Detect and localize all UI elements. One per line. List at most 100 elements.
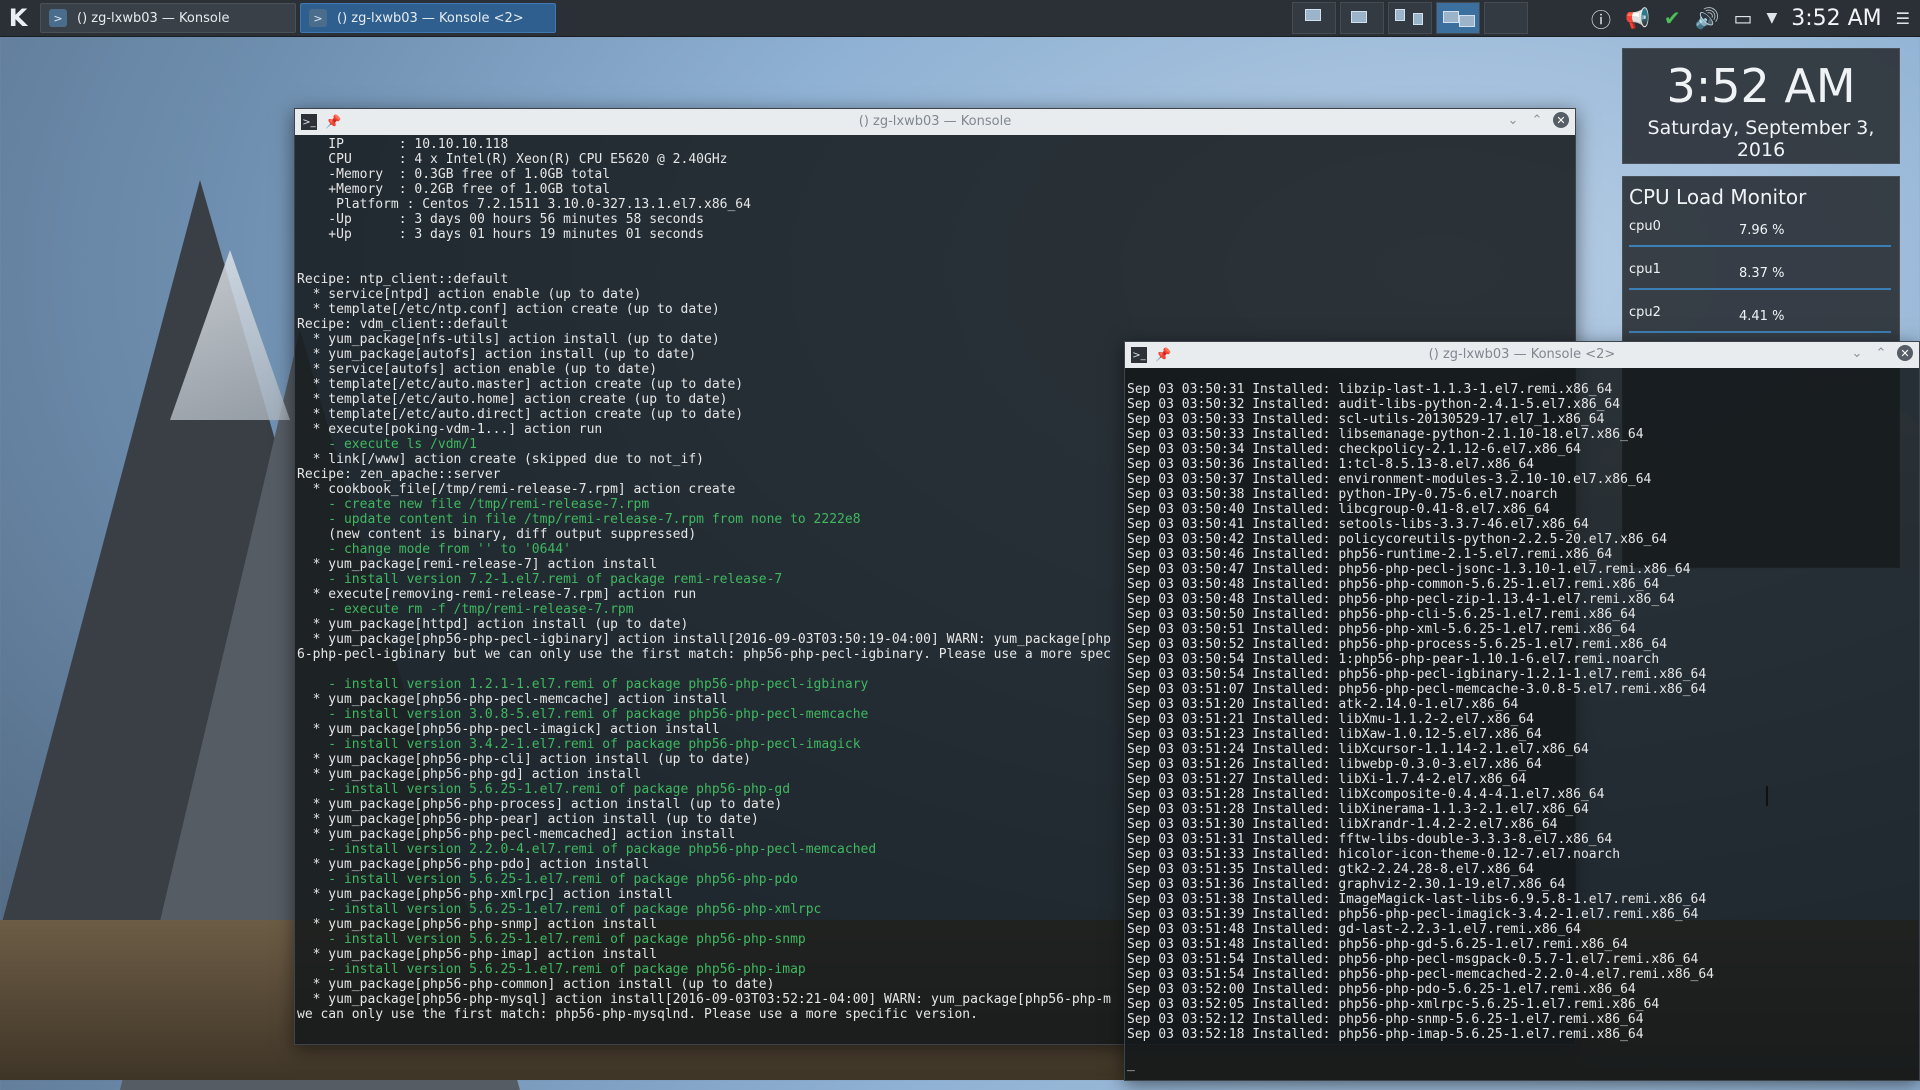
minimize-button[interactable]: ⌄ xyxy=(1849,346,1865,361)
updates-icon[interactable]: ✔ xyxy=(1664,6,1681,30)
cpu-value: 7.96 % xyxy=(1739,223,1785,238)
cpu-row: cpu1 8.37 % xyxy=(1623,258,1899,301)
announce-icon[interactable]: 📢 xyxy=(1625,6,1650,30)
terminal-line: Sep 03 03:50:41 Installed: setools-libs-… xyxy=(1127,517,1589,532)
desktop-1[interactable] xyxy=(1292,2,1336,34)
window-titlebar[interactable]: >_ 📌 () zg-lxwb03 — Konsole ⌄ ⌃ ✕ xyxy=(295,109,1575,135)
terminal-line: Sep 03 03:52:12 Installed: php56-php-snm… xyxy=(1127,1012,1644,1027)
terminal-line: Sep 03 03:50:38 Installed: python-IPy-0.… xyxy=(1127,487,1558,502)
task-label: () zg-lxwb03 — Konsole <2> xyxy=(337,10,524,26)
terminal-line: Sep 03 03:51:36 Installed: graphviz-2.30… xyxy=(1127,877,1566,892)
terminal-icon: > xyxy=(309,9,327,27)
terminal-line: Recipe: ntp_client::default xyxy=(297,272,509,287)
terminal-line: Sep 03 03:50:46 Installed: php56-runtime… xyxy=(1127,547,1613,562)
cpu-graph xyxy=(1629,288,1891,290)
terminal-line: Sep 03 03:52:00 Installed: php56-php-pdo… xyxy=(1127,982,1636,997)
terminal-line: -Up : 3 days 00 hours 56 minutes 58 seco… xyxy=(297,212,704,227)
widget-date: Saturday, September 3, 2016 xyxy=(1647,117,1875,161)
menu-icon[interactable]: ☰ xyxy=(1896,9,1910,28)
terminal-line: Sep 03 03:52:18 Installed: php56-php-ima… xyxy=(1127,1027,1644,1042)
desktop-2[interactable] xyxy=(1340,2,1384,34)
desktop-4[interactable] xyxy=(1436,2,1480,34)
cpu-graph xyxy=(1629,331,1891,333)
maximize-button[interactable]: ⌃ xyxy=(1873,346,1889,361)
terminal-line: Sep 03 03:51:30 Installed: libXrandr-1.4… xyxy=(1127,817,1558,832)
window-title: () zg-lxwb03 — Konsole <2> xyxy=(1428,347,1616,362)
terminal-line: Sep 03 03:50:48 Installed: php56-php-pec… xyxy=(1127,592,1675,607)
kde-menu-icon[interactable]: K xyxy=(0,0,36,36)
terminal-line: Sep 03 03:51:21 Installed: libXmu-1.1.2-… xyxy=(1127,712,1534,727)
terminal-line: CPU : 4 x Intel(R) Xeon(R) CPU E5620 @ 2… xyxy=(297,152,728,167)
cpu-name: cpu1 xyxy=(1629,262,1661,277)
terminal-line: Sep 03 03:51:28 Installed: libXinerama-1… xyxy=(1127,802,1589,817)
cpu-value: 8.37 % xyxy=(1739,266,1785,281)
desktop-5[interactable] xyxy=(1484,2,1528,34)
volume-icon[interactable]: 🔊 xyxy=(1695,6,1720,30)
terminal-line: Sep 03 03:51:07 Installed: php56-php-pec… xyxy=(1127,682,1707,697)
pin-icon[interactable]: 📌 xyxy=(325,115,341,130)
close-button[interactable]: ✕ xyxy=(1897,345,1913,361)
terminal-line: Sep 03 03:50:36 Installed: 1:tcl-8.5.13-… xyxy=(1127,457,1534,472)
terminal-line: +Memory : 0.2GB free of 1.0GB total xyxy=(297,182,611,197)
terminal-line: _ xyxy=(1127,1057,1135,1072)
close-button[interactable]: ✕ xyxy=(1553,112,1569,128)
terminal-icon[interactable]: >_ xyxy=(301,114,317,130)
cpu-value: 4.41 % xyxy=(1739,309,1785,324)
task-konsole-2[interactable]: > () zg-lxwb03 — Konsole <2> xyxy=(300,3,556,33)
minimize-button[interactable]: ⌄ xyxy=(1505,113,1521,128)
terminal-line: Sep 03 03:50:48 Installed: php56-php-com… xyxy=(1127,577,1660,592)
terminal-line: Sep 03 03:50:50 Installed: php56-php-cli… xyxy=(1127,607,1636,622)
terminal-line: Sep 03 03:51:26 Installed: libwebp-0.3.0… xyxy=(1127,757,1542,772)
terminal-output[interactable]: Sep 03 03:50:31 Installed: libzip-last-1… xyxy=(1125,368,1919,1082)
terminal-line: Sep 03 03:50:32 Installed: audit-libs-py… xyxy=(1127,397,1621,412)
terminal-line: -Memory : 0.3GB free of 1.0GB total xyxy=(297,167,611,182)
terminal-line: Sep 03 03:51:23 Installed: libXaw-1.0.12… xyxy=(1127,727,1542,742)
terminal-line: Sep 03 03:50:33 Installed: scl-utils-201… xyxy=(1127,412,1605,427)
terminal-line: Sep 03 03:51:31 Installed: fftw-libs-dou… xyxy=(1127,832,1613,847)
terminal-line: +Up : 3 days 01 hours 19 minutes 01 seco… xyxy=(297,227,704,242)
window-title: () zg-lxwb03 — Konsole xyxy=(858,114,1012,129)
task-konsole-1[interactable]: > () zg-lxwb03 — Konsole xyxy=(40,3,296,33)
system-tray: ⓘ 📢 ✔ 🔊 ▭ ▼ 3:52 AM ☰ xyxy=(1591,0,1920,36)
maximize-button[interactable]: ⌃ xyxy=(1529,113,1545,128)
cpu-row: cpu0 7.96 % xyxy=(1623,215,1899,258)
terminal-line: Sep 03 03:50:31 Installed: libzip-last-1… xyxy=(1127,382,1613,397)
terminal-line: Sep 03 03:51:20 Installed: atk-2.14.0-1.… xyxy=(1127,697,1519,712)
terminal-line: IP : 10.10.10.118 xyxy=(297,137,509,152)
terminal-line: Sep 03 03:50:37 Installed: environment-m… xyxy=(1127,472,1652,487)
terminal-icon: > xyxy=(49,9,67,27)
terminal-line: Sep 03 03:51:39 Installed: php56-php-pec… xyxy=(1127,907,1699,922)
terminal-line: Sep 03 03:50:33 Installed: libsemanage-p… xyxy=(1127,427,1644,442)
notification-icon[interactable]: ⓘ xyxy=(1591,4,1611,33)
cpu-name: cpu0 xyxy=(1629,219,1661,234)
terminal-line: Platform : Centos 7.2.1511 3.10.0-327.13… xyxy=(297,197,751,212)
chevron-down-icon[interactable]: ▼ xyxy=(1766,10,1777,26)
terminal-line: Sep 03 03:51:54 Installed: php56-php-pec… xyxy=(1127,952,1699,967)
terminal-line: Sep 03 03:50:51 Installed: php56-php-xml… xyxy=(1127,622,1636,637)
terminal-line: Sep 03 03:50:52 Installed: php56-php-pro… xyxy=(1127,637,1668,652)
terminal-line: Sep 03 03:50:34 Installed: checkpolicy-2… xyxy=(1127,442,1581,457)
desktop-3[interactable] xyxy=(1388,2,1432,34)
display-icon[interactable]: ▭ xyxy=(1734,6,1753,30)
digital-clock-widget: 3:52 AM Saturday, September 3, 2016 xyxy=(1622,48,1900,164)
terminal-line: Sep 03 03:51:33 Installed: hicolor-icon-… xyxy=(1127,847,1621,862)
window-titlebar[interactable]: >_ 📌 () zg-lxwb03 — Konsole <2> ⌄ ⌃ ✕ xyxy=(1125,342,1919,368)
text-cursor xyxy=(1766,786,1768,806)
terminal-line: Sep 03 03:50:42 Installed: policycoreuti… xyxy=(1127,532,1668,547)
terminal-icon[interactable]: >_ xyxy=(1131,347,1147,363)
terminal-line: Sep 03 03:51:35 Installed: gtk2-2.24.28-… xyxy=(1127,862,1534,877)
taskbar-clock[interactable]: 3:52 AM xyxy=(1791,6,1881,31)
terminal-line: Sep 03 03:50:40 Installed: libcgroup-0.4… xyxy=(1127,502,1550,517)
terminal-line: Sep 03 03:51:27 Installed: libXi-1.7.4-2… xyxy=(1127,772,1527,787)
pin-icon[interactable]: 📌 xyxy=(1155,348,1171,363)
konsole-window-2[interactable]: >_ 📌 () zg-lxwb03 — Konsole <2> ⌄ ⌃ ✕ Se… xyxy=(1124,341,1920,1081)
terminal-line: Sep 03 03:50:54 Installed: php56-php-pec… xyxy=(1127,667,1707,682)
terminal-line: Sep 03 03:51:48 Installed: php56-php-gd-… xyxy=(1127,937,1628,952)
terminal-line: Sep 03 03:50:54 Installed: 1:php56-php-p… xyxy=(1127,652,1660,667)
terminal-line: Sep 03 03:51:54 Installed: php56-php-pec… xyxy=(1127,967,1714,982)
terminal-line: * template[/etc/ntp.conf] action create … xyxy=(297,302,720,317)
terminal-line: Recipe: vdm_client::default xyxy=(297,317,509,332)
